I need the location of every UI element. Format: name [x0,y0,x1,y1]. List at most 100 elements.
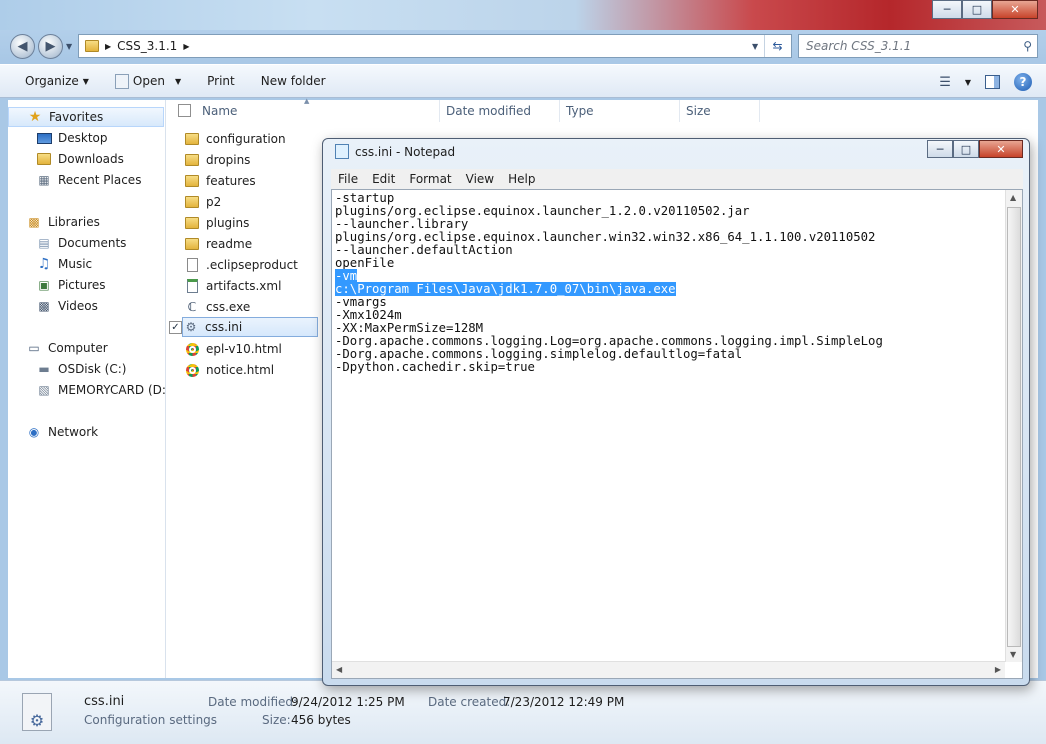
search-icon[interactable]: ⚲ [1023,39,1032,53]
scroll-up-icon[interactable]: ▲ [1010,193,1016,202]
notepad-line-text: -Dpython.cachedir.skip=true [335,360,535,374]
nav-desktop[interactable]: Desktop [36,128,108,148]
file-row[interactable]: configuration [184,129,286,149]
explorer-titlebar[interactable]: ─ □ ✕ [0,0,1046,30]
notepad-minimize-button[interactable]: ─ [927,140,953,158]
minimize-button[interactable]: ─ [932,0,962,19]
file-row[interactable]: plugins [184,213,249,233]
chevron-down-icon[interactable]: ▼ [965,78,971,87]
file-row[interactable]: features [184,171,256,191]
nav-memorycard-label: MEMORYCARD (D:) [58,383,171,397]
nav-network[interactable]: ◉ Network [26,422,98,442]
open-button[interactable]: Open ▼ [114,73,181,89]
nav-memorycard[interactable]: ▧ MEMORYCARD (D:) [36,380,171,400]
nav-desktop-label: Desktop [58,131,108,145]
breadcrumb-chevron-icon[interactable]: ▶ [105,42,111,51]
breadcrumb-folder[interactable]: CSS_3.1.1 [117,39,177,53]
menu-file[interactable]: File [331,172,365,186]
maximize-button[interactable]: □ [962,0,992,19]
explorer-window-controls: ─ □ ✕ [932,0,1038,19]
organize-button[interactable]: Organize ▼ [25,74,89,88]
file-row[interactable]: p2 [184,192,221,212]
back-button[interactable]: ◀ [10,34,35,59]
new-folder-button[interactable]: New folder [261,74,326,88]
select-all-checkbox[interactable] [178,104,191,117]
horizontal-scrollbar[interactable]: ◀ ▶ [332,661,1005,678]
notepad-window: css.ini - Notepad ─ □ ✕ File Edit Format… [322,138,1030,686]
notepad-titlebar[interactable]: css.ini - Notepad [335,144,455,159]
menu-format[interactable]: Format [402,172,458,186]
file-row[interactable]: dropins [184,150,250,170]
nav-pictures[interactable]: ▣ Pictures [36,275,105,295]
file-row[interactable]: epl-v10.html [184,339,282,359]
nav-documents-label: Documents [58,236,127,250]
column-header-name[interactable]: Name ▲ [196,97,440,122]
nav-favorites[interactable]: ★ Favorites [8,107,164,127]
nav-osdisk-label: OSDisk (C:) [58,362,127,376]
nav-osdisk[interactable]: ▬ OSDisk (C:) [36,359,126,379]
file-row[interactable]: notice.html [184,360,274,380]
column-header-date-modified[interactable]: Date modified [440,100,560,122]
app-icon: ℂ [187,300,197,314]
column-header-type[interactable]: Type [560,100,680,122]
notepad-line[interactable]: openFile [335,257,883,270]
notepad-content[interactable]: -startup plugins/org.eclipse.equinox.laun… [335,192,883,374]
recent-pages-chevron-icon[interactable]: ▼ [66,42,72,51]
nav-computer[interactable]: ▭ Computer [26,338,107,358]
view-options-icon[interactable]: ☰ [939,75,951,90]
recent-places-icon: ▦ [38,173,50,187]
notepad-close-button[interactable]: ✕ [979,140,1023,158]
navigation-pane: ★ Favorites Desktop Downloads ▦ Recent P… [8,100,171,678]
scroll-down-icon[interactable]: ▼ [1010,650,1016,659]
search-input[interactable]: Search CSS_3.1.1 ⚲ [798,34,1038,58]
organize-label: Organize [25,74,79,88]
file-row[interactable]: artifacts.xml [184,276,281,296]
column-header-size[interactable]: Size [680,100,760,122]
menu-help[interactable]: Help [501,172,542,186]
menu-edit[interactable]: Edit [365,172,402,186]
address-history-chevron-icon[interactable]: ▼ [752,42,758,51]
help-icon[interactable]: ? [1014,73,1032,91]
nav-downloads[interactable]: Downloads [36,149,124,169]
nav-recent-places[interactable]: ▦ Recent Places [36,170,141,190]
close-button[interactable]: ✕ [992,0,1038,19]
file-row[interactable]: .eclipseproduct [184,255,298,275]
column-header-type-label: Type [566,104,594,118]
vertical-scroll-thumb[interactable] [1007,207,1021,647]
scroll-right-icon[interactable]: ▶ [995,665,1001,674]
nav-libraries[interactable]: ▩ Libraries [26,212,100,232]
details-date-created: 7/23/2012 12:49 PM [503,695,625,709]
notepad-line[interactable]: c:\Program Files\Java\jdk1.7.0_07\bin\ja… [335,282,883,296]
open-label: Open [132,74,165,88]
chevron-down-icon[interactable]: ▼ [175,77,181,86]
notepad-line[interactable]: --launcher.defaultAction [335,244,883,257]
desktop-icon [36,131,52,145]
nav-videos[interactable]: ▩ Videos [36,296,98,316]
sort-ascending-icon: ▲ [304,97,310,105]
column-header-size-label: Size [686,104,711,118]
notepad-line-text: -startup [335,191,395,205]
preview-pane-icon[interactable] [985,75,1000,89]
notepad-line[interactable]: -vmargs [335,296,883,309]
forward-button[interactable]: ▶ [38,34,63,59]
print-button[interactable]: Print [207,74,235,88]
nav-music-label: Music [58,257,93,271]
file-row[interactable]: ℂ css.exe [184,297,251,317]
file-row[interactable]: readme [184,234,252,254]
nav-documents[interactable]: ▤ Documents [36,233,126,253]
notepad-line[interactable]: -Dpython.cachedir.skip=true [335,361,883,374]
notepad-text-area[interactable]: -startup plugins/org.eclipse.equinox.laun… [331,189,1023,679]
scroll-left-icon[interactable]: ◀ [336,665,342,674]
nav-music[interactable]: ♫ Music [36,254,92,274]
notepad-maximize-button[interactable]: □ [953,140,979,158]
details-pane: ⚙ css.ini Configuration settings Date mo… [0,680,1046,744]
file-row-selected[interactable]: ⚙ css.ini [182,317,318,337]
address-bar[interactable]: ▶ CSS_3.1.1 ▶ [78,34,792,58]
row-checkbox-checked[interactable]: ✓ [169,321,182,334]
breadcrumb-chevron-icon[interactable]: ▶ [183,42,189,51]
vertical-scrollbar[interactable]: ▲ ▼ [1005,190,1022,662]
file-name: notice.html [206,363,275,377]
notepad-line-text: -Dorg.apache.commons.logging.Log=org.apa… [335,334,883,348]
menu-view[interactable]: View [459,172,501,186]
refresh-button[interactable]: ⇆ [764,35,790,57]
